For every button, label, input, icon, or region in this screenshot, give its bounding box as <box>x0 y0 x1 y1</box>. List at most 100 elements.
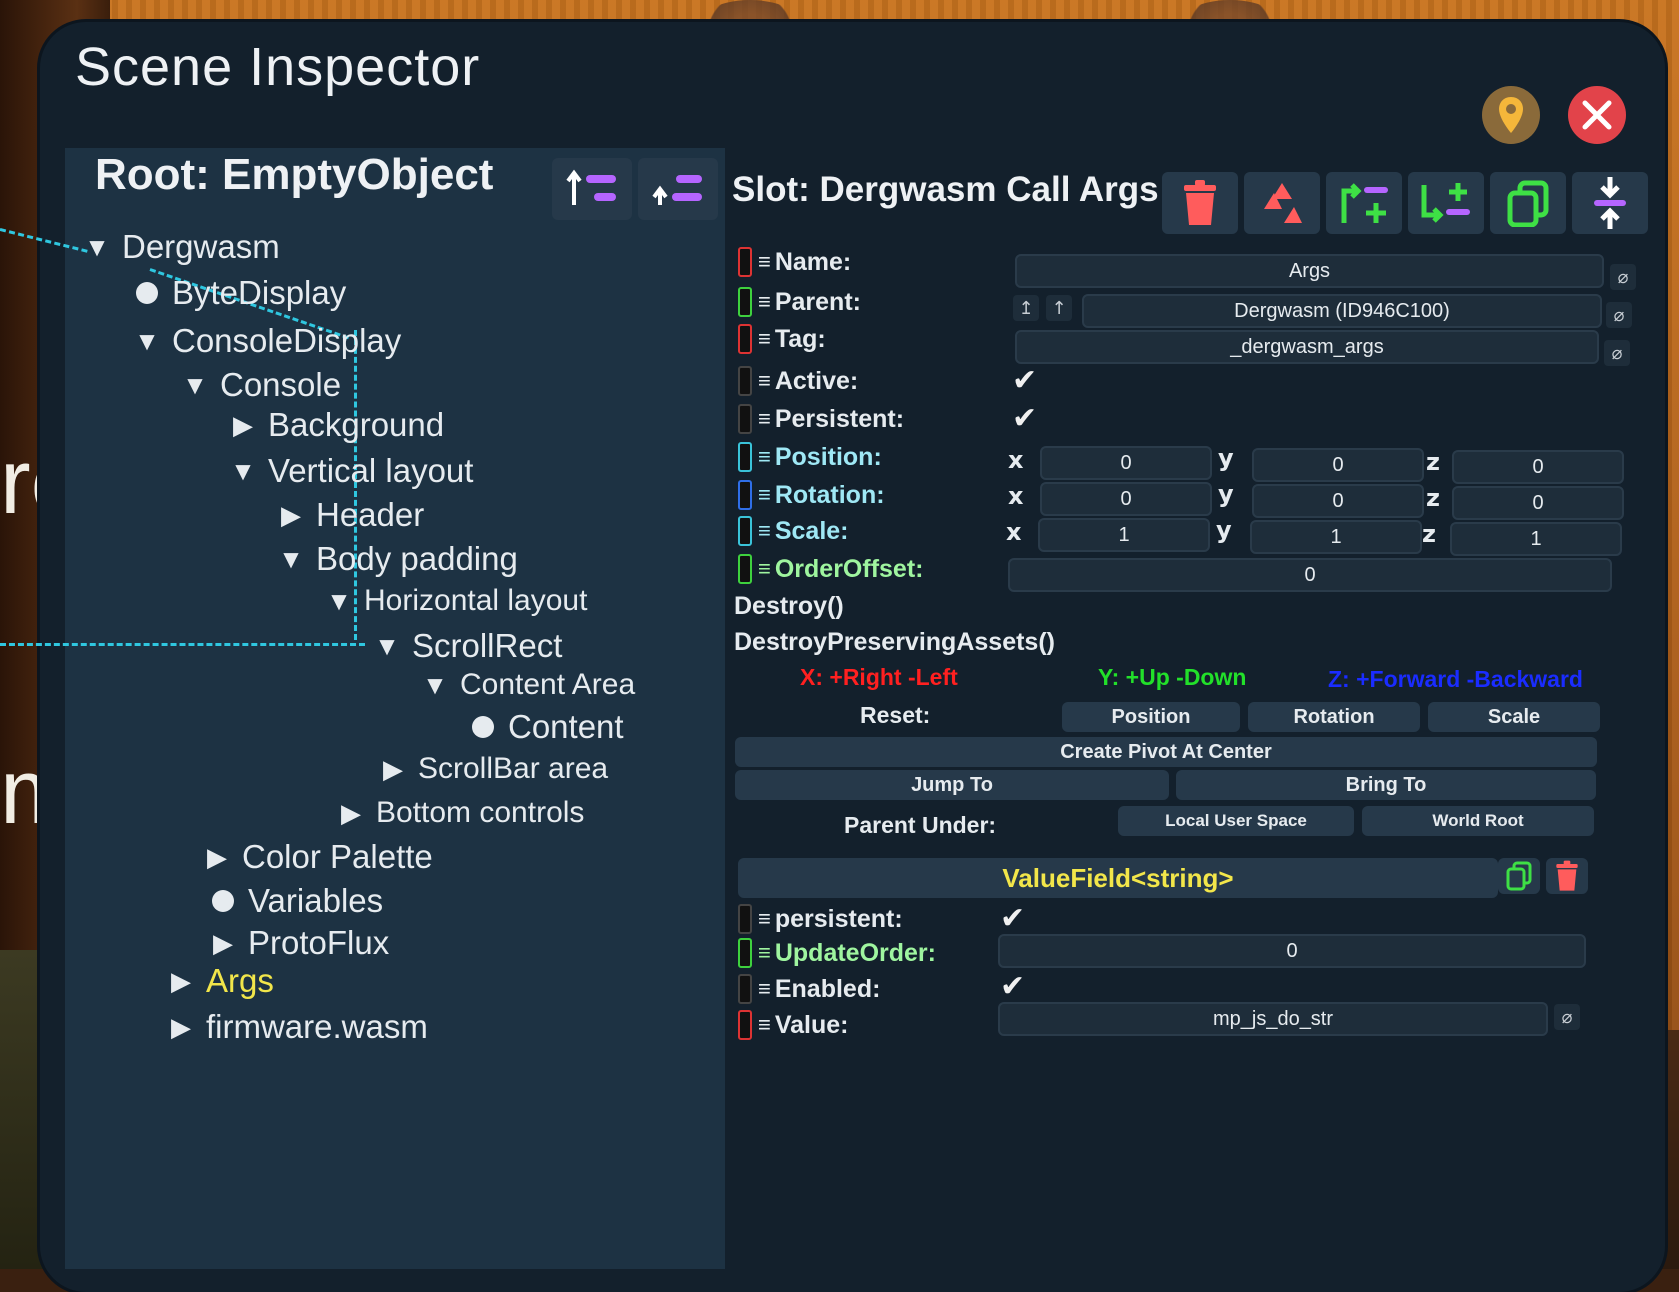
expand-arrow-icon[interactable]: ▼ <box>418 670 452 701</box>
tree-item[interactable]: ▼ Vertical layout <box>226 452 473 490</box>
destroy-method-button[interactable]: Destroy() <box>734 592 844 621</box>
expand-arrow-icon[interactable]: ▼ <box>178 370 212 401</box>
parent-under-local-user-space-button[interactable]: Local User Space <box>1118 806 1354 836</box>
null-icon[interactable]: ⌀ <box>1604 340 1630 366</box>
destroy-preserving-assets-button[interactable] <box>1244 172 1320 234</box>
position-y-input[interactable]: 0 <box>1252 448 1424 482</box>
collapse-arrow-icon[interactable]: ▶ <box>164 966 198 997</box>
duplicate-component-button[interactable] <box>1498 858 1540 894</box>
y-axis-label: y <box>1216 516 1232 544</box>
tree-item[interactable]: Variables <box>206 882 383 920</box>
y-axis-label: y <box>1218 444 1234 472</box>
collapse-arrow-icon[interactable]: ▶ <box>376 754 410 785</box>
collapse-arrow-icon[interactable]: ▶ <box>274 500 308 531</box>
null-icon[interactable]: ⌀ <box>1610 264 1636 290</box>
collapse-arrow-icon[interactable]: ▶ <box>200 842 234 873</box>
locate-button[interactable] <box>1482 86 1540 144</box>
tree-item[interactable]: ▶ ProtoFlux <box>206 924 389 962</box>
field-chip-icon <box>738 287 752 317</box>
tree-item[interactable]: ▶ firmware.wasm <box>164 1008 428 1046</box>
bring-to-button[interactable]: Bring To <box>1176 770 1596 800</box>
sort-down-button[interactable] <box>638 158 718 220</box>
close-button[interactable] <box>1568 86 1626 144</box>
position-x-input[interactable]: 0 <box>1040 446 1212 480</box>
jump-to-button[interactable]: Jump To <box>735 770 1169 800</box>
tree-item[interactable]: ▼ Dergwasm <box>80 228 280 266</box>
tree-item[interactable]: ▶ Color Palette <box>200 838 433 876</box>
value-label: ≡ Value: <box>738 1010 849 1040</box>
field-chip-icon <box>738 324 752 354</box>
parent-under-world-root-button[interactable]: World Root <box>1362 806 1594 836</box>
insert-child-button[interactable] <box>1408 172 1484 234</box>
parent-up-button[interactable]: ↥ <box>1013 295 1039 321</box>
expand-arrow-icon[interactable]: ▼ <box>226 456 260 487</box>
move-to-button[interactable] <box>1572 172 1648 234</box>
tree-item[interactable]: Content <box>466 708 624 746</box>
tree-item[interactable]: ▶ Header <box>274 496 424 534</box>
collapse-arrow-icon[interactable]: ▶ <box>226 410 260 441</box>
expand-arrow-icon[interactable]: ▼ <box>370 631 404 662</box>
sort-up-button[interactable] <box>552 158 632 220</box>
scale-y-input[interactable]: 1 <box>1250 520 1422 554</box>
null-icon[interactable]: ⌀ <box>1554 1004 1580 1030</box>
position-z-input[interactable]: 0 <box>1452 450 1624 484</box>
reset-label: Reset: <box>860 702 931 728</box>
parent-jump-button[interactable]: ↑ <box>1046 295 1072 321</box>
insert-parent-button[interactable] <box>1326 172 1402 234</box>
orderoffset-input[interactable]: 0 <box>1008 558 1612 592</box>
enabled-checkbox[interactable]: ✔ <box>1000 972 1030 1002</box>
tree-item-selected[interactable]: ▶ Args <box>164 962 274 1000</box>
field-chip-icon <box>738 442 752 472</box>
z-axis-legend: Z: +Forward -Backward <box>1328 666 1583 692</box>
reset-scale-button[interactable]: Scale <box>1428 702 1600 732</box>
tree-item[interactable]: ▶ ScrollBar area <box>376 752 608 786</box>
null-icon[interactable]: ⌀ <box>1606 302 1632 328</box>
tree-item[interactable]: ▼ Horizontal layout <box>322 584 587 618</box>
reset-rotation-button[interactable]: Rotation <box>1248 702 1420 732</box>
tree-item[interactable]: ▶ Bottom controls <box>334 796 584 830</box>
tree-item-label: Bottom controls <box>376 796 585 829</box>
expand-arrow-icon[interactable]: ▼ <box>274 544 308 575</box>
component-header[interactable]: ValueField<string> <box>738 858 1498 898</box>
scale-x-input[interactable]: 1 <box>1038 518 1210 552</box>
name-input[interactable]: Args <box>1015 254 1604 288</box>
parent-ref-field[interactable]: Dergwasm (ID946C100) <box>1082 294 1602 328</box>
collapse-arrow-icon[interactable]: ▶ <box>334 798 368 829</box>
component-persistent-checkbox[interactable]: ✔ <box>1000 904 1030 934</box>
rotation-label: ≡ Rotation: <box>738 480 885 510</box>
rotation-z-input[interactable]: 0 <box>1452 486 1624 520</box>
collapse-arrow-icon[interactable]: ▶ <box>206 928 240 959</box>
destroy-preserving-assets-method-button[interactable]: DestroyPreservingAssets() <box>734 628 1055 657</box>
x-axis-label: x <box>1006 518 1022 546</box>
expand-arrow-icon[interactable]: ▼ <box>130 326 164 357</box>
tree-item[interactable]: ▼ Console <box>178 366 341 404</box>
collapse-arrow-icon[interactable]: ▶ <box>164 1012 198 1043</box>
persistent-checkbox[interactable]: ✔ <box>1012 404 1042 434</box>
active-checkbox[interactable]: ✔ <box>1012 366 1042 396</box>
expand-arrow-icon[interactable]: ▼ <box>80 232 114 263</box>
rotation-x-input[interactable]: 0 <box>1040 482 1212 516</box>
duplicate-button[interactable] <box>1490 172 1566 234</box>
rotation-y-input[interactable]: 0 <box>1252 484 1424 518</box>
create-pivot-button[interactable]: Create Pivot At Center <box>735 737 1597 767</box>
scale-z-input[interactable]: 1 <box>1450 522 1622 556</box>
tree-item-label: ByteDisplay <box>172 274 347 311</box>
tree-item[interactable]: ▼ Content Area <box>418 668 635 702</box>
move-to-icon <box>1594 177 1626 229</box>
remove-component-button[interactable] <box>1546 858 1588 894</box>
tree-item-label: Dergwasm <box>122 228 280 265</box>
slot-title: Slot: Dergwasm Call Args <box>732 170 1159 209</box>
tree-item[interactable]: ByteDisplay <box>130 274 346 312</box>
tree-item-label: Variables <box>248 882 384 919</box>
tag-input[interactable]: _dergwasm_args <box>1015 330 1599 364</box>
value-input[interactable]: mp_js_do_str <box>998 1002 1548 1036</box>
tree-item[interactable]: ▼ ConsoleDisplay <box>130 322 401 360</box>
field-chip-icon <box>738 554 752 584</box>
expand-arrow-icon[interactable]: ▼ <box>322 586 356 617</box>
updateorder-input[interactable]: 0 <box>998 934 1586 968</box>
reset-position-button[interactable]: Position <box>1062 702 1240 732</box>
tree-item[interactable]: ▶ Background <box>226 406 444 444</box>
destroy-slot-button[interactable] <box>1162 172 1238 234</box>
tree-item[interactable]: ▼ ScrollRect <box>370 627 562 665</box>
tree-item[interactable]: ▼ Body padding <box>274 540 518 578</box>
